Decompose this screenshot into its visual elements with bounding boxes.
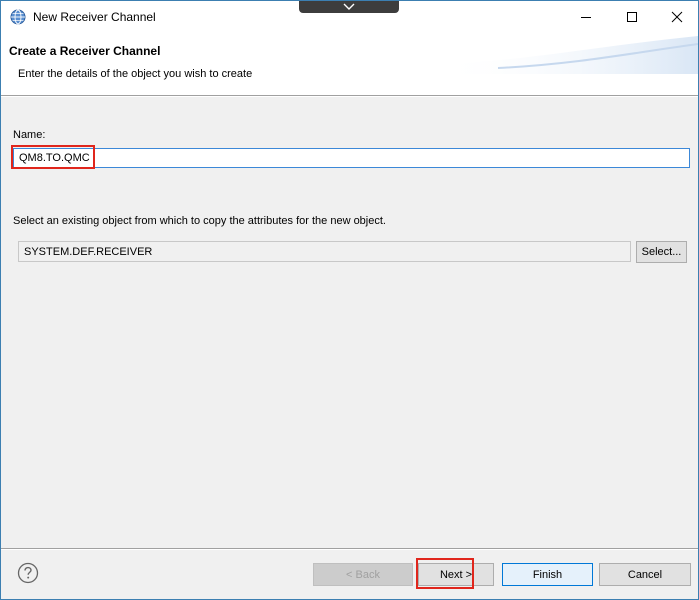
window-title: New Receiver Channel <box>33 10 156 24</box>
page-description: Enter the details of the object you wish… <box>18 68 253 80</box>
cancel-button[interactable]: Cancel <box>599 563 691 586</box>
copy-from-label: Select an existing object from which to … <box>13 215 386 227</box>
maximize-button[interactable] <box>609 1 655 33</box>
help-icon[interactable] <box>17 562 39 584</box>
select-button[interactable]: Select... <box>636 241 687 263</box>
footer-divider <box>1 548 698 550</box>
banner-decoration <box>438 36 698 74</box>
page-title: Create a Receiver Channel <box>9 44 161 58</box>
minimize-icon <box>581 17 591 18</box>
chevron-down-icon <box>343 3 355 10</box>
header-divider <box>1 95 698 97</box>
close-button[interactable] <box>654 1 698 33</box>
finish-button[interactable]: Finish <box>502 563 593 586</box>
name-label: Name: <box>13 129 46 141</box>
back-button[interactable]: < Back <box>313 563 413 586</box>
name-input[interactable] <box>13 148 690 168</box>
globe-icon <box>10 9 26 25</box>
maximize-icon <box>627 12 637 22</box>
next-button[interactable]: Next > <box>418 563 494 586</box>
pulldown-tab[interactable] <box>299 1 399 13</box>
copy-from-field[interactable] <box>18 241 631 262</box>
dialog-window: New Receiver Channel Create a Receiver C… <box>0 0 699 600</box>
wizard-banner: Create a Receiver Channel Enter the deta… <box>1 34 698 95</box>
title-bar: New Receiver Channel <box>1 1 698 34</box>
minimize-button[interactable] <box>563 1 609 33</box>
close-icon <box>671 11 683 23</box>
